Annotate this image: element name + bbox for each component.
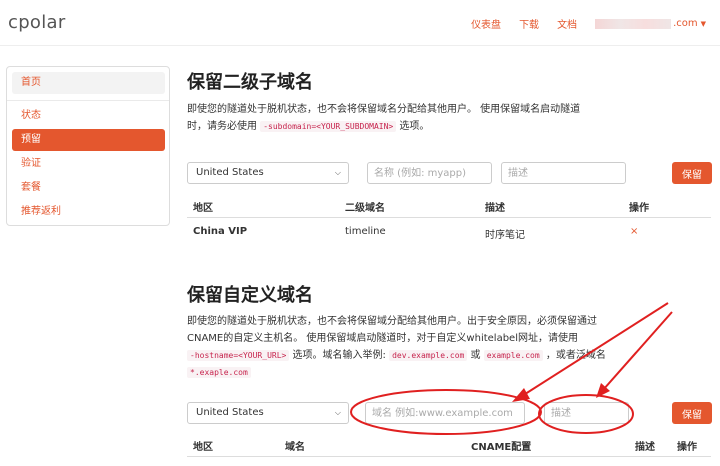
sidebar-item-reserved[interactable]: 预留: [12, 129, 165, 151]
delete-icon[interactable]: ×: [630, 226, 638, 237]
custom-th-action: 操作: [677, 442, 697, 453]
custom-desc-text-1: 即使您的隧道处于脱机状态，也不会将保留域分配给其他用户。出于安全原因，必须保留通…: [187, 316, 597, 327]
custom-region-select[interactable]: United States ⌵: [187, 402, 349, 424]
custom-th-cname: CNAME配置: [471, 442, 532, 453]
chevron-down-icon: ⌵: [334, 408, 341, 417]
custom-th-desc: 描述: [635, 442, 655, 453]
subdomain-row-region: China VIP: [193, 226, 248, 237]
custom-domain-section-title: 保留自定义域名: [187, 285, 313, 306]
subdomain-flag-code: -subdomain=<YOUR_SUBDOMAIN>: [260, 121, 397, 132]
sidebar-item-auth[interactable]: 验证: [12, 153, 165, 175]
custom-desc-text-5: ，或者泛域名: [545, 350, 606, 361]
subdomain-desc-text-1: 即使您的隧道处于脱机状态，也不会将保留域名分配给其他用户。 使用保留域名启动隧道: [187, 104, 581, 115]
subdomain-row-description: 时序笔记: [485, 230, 525, 241]
subdomain-desc-text-3: 选项。: [399, 121, 430, 132]
custom-reserve-button[interactable]: 保留: [672, 402, 712, 424]
main-content: 保留二级子域名 即使您的隧道处于脱机状态，也不会将保留域名分配给其他用户。 使用…: [187, 0, 715, 466]
brand-logo[interactable]: cpolar: [8, 12, 66, 33]
subdomain-th-subdomain: 二级域名: [345, 203, 385, 214]
subdomain-desc-text-2: 时，请务必使用: [187, 121, 257, 132]
custom-table-header-line: [187, 456, 711, 457]
custom-desc-input[interactable]: [544, 402, 629, 424]
subdomain-name-input[interactable]: [367, 162, 492, 184]
subdomain-th-action: 操作: [629, 203, 649, 214]
custom-desc-text-2: CNAME的自定义主机名。 使用保留域启动隧道时，对于自定义whitelabel…: [187, 333, 578, 344]
sidebar-divider: [7, 100, 169, 101]
subdomain-desc-input[interactable]: [501, 162, 626, 184]
subdomain-section-desc: 即使您的隧道处于脱机状态，也不会将保留域名分配给其他用户。 使用保留域名启动隧道…: [187, 101, 627, 135]
custom-th-domain: 域名: [285, 442, 305, 453]
subdomain-row-subdomain: timeline: [345, 226, 386, 237]
subdomain-section-title: 保留二级子域名: [187, 72, 313, 93]
custom-region-value: United States: [196, 407, 264, 418]
chevron-down-icon: ⌵: [334, 168, 341, 177]
custom-desc-text-3: 选项。域名输入举例:: [292, 350, 386, 361]
sidebar-item-referral[interactable]: 推荐返利: [12, 201, 165, 223]
subdomain-region-select[interactable]: United States ⌵: [187, 162, 349, 184]
example-domain-code-2: example.com: [483, 350, 543, 361]
subdomain-region-value: United States: [196, 167, 264, 178]
custom-domain-section-desc: 即使您的隧道处于脱机状态，也不会将保留域分配给其他用户。出于安全原因，必须保留通…: [187, 313, 617, 381]
custom-domain-input[interactable]: [365, 402, 525, 424]
wildcard-domain-code: *.exaple.com: [187, 367, 251, 378]
subdomain-table-header-line: [187, 217, 711, 218]
custom-th-region: 地区: [193, 442, 213, 453]
sidebar-item-plan[interactable]: 套餐: [12, 177, 165, 199]
example-domain-code-1: dev.example.com: [389, 350, 468, 361]
hostname-flag-code: -hostname=<YOUR_URL>: [187, 350, 290, 361]
subdomain-th-region: 地区: [193, 203, 213, 214]
sidebar: 首页 状态 预留 验证 套餐 推荐返利: [6, 66, 170, 226]
sidebar-item-status[interactable]: 状态: [12, 105, 165, 127]
subdomain-th-desc: 描述: [485, 203, 505, 214]
sidebar-item-home[interactable]: 首页: [12, 72, 165, 94]
custom-desc-text-4: 或: [470, 350, 481, 361]
subdomain-reserve-button[interactable]: 保留: [672, 162, 712, 184]
